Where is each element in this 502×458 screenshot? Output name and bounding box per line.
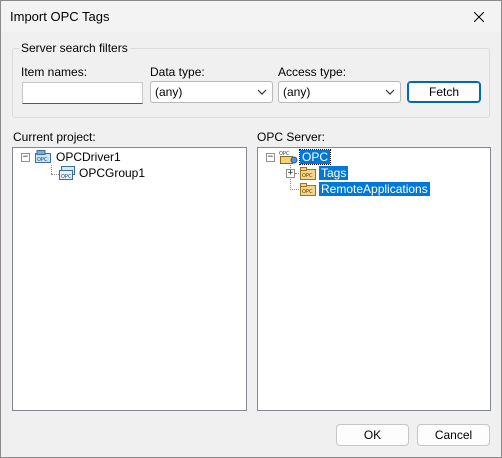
- ok-button[interactable]: OK: [336, 424, 409, 446]
- svg-text:OPC: OPC: [61, 174, 72, 180]
- collapse-toggle[interactable]: −: [266, 153, 275, 162]
- expand-toggle[interactable]: +: [286, 169, 295, 178]
- access-type-label: Access type:: [278, 65, 347, 79]
- import-opc-tags-dialog: Import OPC Tags Server search filters It…: [0, 0, 502, 458]
- item-names-input[interactable]: [22, 82, 143, 104]
- window-title: Import OPC Tags: [10, 9, 110, 24]
- tree-node-label: OPCDriver1: [56, 150, 121, 164]
- filters-legend: Server search filters: [19, 41, 130, 55]
- opc-server-tree[interactable]: − OPC OPC + OPC Tags OPC RemoteApplicati…: [257, 147, 491, 411]
- title-bar[interactable]: Import OPC Tags: [1, 1, 501, 32]
- tree-node-label: Tags: [319, 166, 349, 180]
- tree-connector: [51, 174, 59, 175]
- cancel-button[interactable]: Cancel: [417, 424, 490, 446]
- fetch-button[interactable]: Fetch: [407, 81, 481, 103]
- tree-node-label: OPCGroup1: [79, 166, 146, 180]
- close-icon: [474, 11, 484, 22]
- opc-driver-icon: OPC: [35, 150, 51, 163]
- tree-node-label: RemoteApplications: [319, 182, 430, 196]
- opc-folder-icon: OPC: [300, 167, 316, 180]
- opc-server-icon: OPC: [279, 151, 298, 164]
- current-project-label: Current project:: [13, 130, 96, 144]
- access-type-select[interactable]: (any): [278, 81, 401, 103]
- collapse-toggle[interactable]: −: [21, 153, 30, 162]
- chevron-down-icon: [257, 89, 267, 95]
- svg-text:OPC: OPC: [37, 157, 48, 163]
- item-names-label: Item names:: [21, 65, 88, 79]
- current-project-tree[interactable]: − OPC OPCDriver1 OPC OPCGroup1: [12, 147, 247, 411]
- opc-group-icon: OPC: [59, 166, 75, 180]
- svg-text:OPC: OPC: [302, 173, 313, 179]
- opc-folder-icon: OPC: [300, 183, 316, 196]
- svg-text:OPC: OPC: [302, 189, 313, 195]
- access-type-value: (any): [283, 85, 311, 99]
- chevron-down-icon: [385, 89, 395, 95]
- opc-server-label: OPC Server:: [257, 130, 326, 144]
- data-type-value: (any): [155, 85, 183, 99]
- tree-connector: [51, 165, 52, 174]
- data-type-select[interactable]: (any): [150, 81, 273, 103]
- data-type-label: Data type:: [150, 65, 205, 79]
- close-button[interactable]: [457, 1, 501, 32]
- tree-node-label: OPC: [298, 149, 332, 165]
